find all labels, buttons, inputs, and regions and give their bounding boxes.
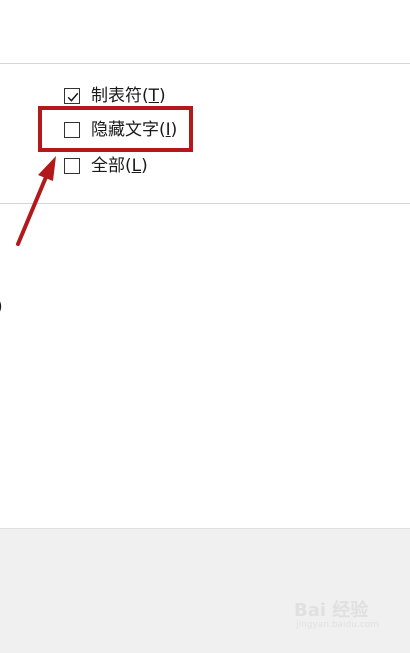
all-formatting-option[interactable]: 全部(L)	[64, 155, 148, 177]
tab-characters-option[interactable]: 制表符(T)	[64, 85, 166, 107]
all-formatting-checkbox[interactable]	[64, 158, 80, 174]
tab-characters-checkbox[interactable]	[64, 88, 80, 104]
hidden-text-label: 隐藏文字(I)	[91, 120, 178, 140]
tab-characters-label: 制表符(T)	[91, 86, 166, 106]
section-divider	[0, 203, 410, 204]
clipped-label-fragment: )	[0, 296, 3, 318]
watermark-logo: Bai 经验 jingyan.baidu.com	[294, 596, 390, 636]
word-options-panel: 制表符(T) 隐藏文字(I) 全部(L) ) Bai 经验 jingyan.ba…	[0, 0, 410, 653]
top-divider	[0, 63, 410, 64]
watermark-url: jingyan.baidu.com	[296, 620, 380, 630]
all-formatting-label: 全部(L)	[91, 156, 148, 176]
watermark-brand: Bai 经验	[294, 600, 369, 621]
hidden-text-option[interactable]: 隐藏文字(I)	[64, 119, 177, 141]
hidden-text-checkbox[interactable]	[64, 122, 80, 138]
checkmark-icon	[67, 92, 79, 102]
